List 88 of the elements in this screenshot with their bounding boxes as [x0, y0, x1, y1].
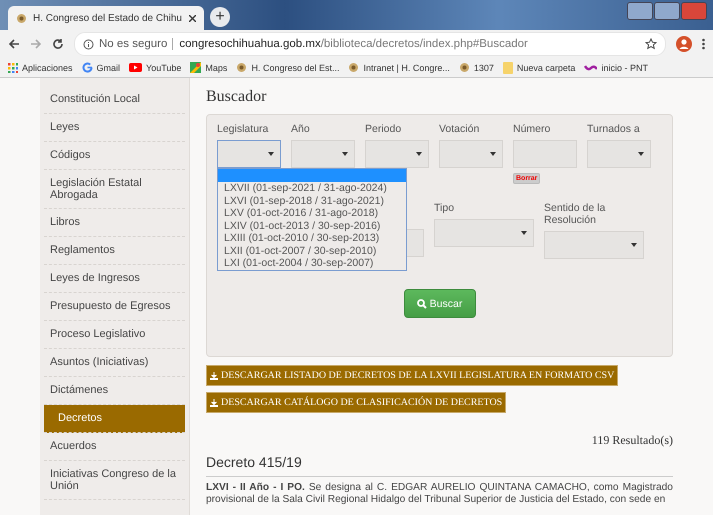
- seal-icon: [458, 62, 470, 73]
- dropdown-option[interactable]: LXIII (01-oct-2010 / 30-sep-2013): [218, 232, 406, 244]
- download-button[interactable]: DESCARGAR CATÁLOGO DE CLASIFICACIÓN DE DECRETOS: [206, 392, 506, 413]
- section-title: Buscador: [206, 88, 268, 106]
- sidebar-item[interactable]: Códigos: [44, 142, 185, 170]
- select-field[interactable]: [291, 140, 355, 168]
- browser-tab[interactable]: H. Congreso del Estado de Chihu: [8, 6, 204, 30]
- result-title: Decreto 415/19: [206, 454, 673, 477]
- maximize-button[interactable]: [654, 2, 680, 20]
- dropdown-option[interactable]: LXIV (01-oct-2013 / 30-sep-2016): [218, 220, 406, 232]
- sidebar-item[interactable]: Constitución Local: [44, 86, 185, 114]
- bookmark-link[interactable]: Aplicaciones: [22, 62, 73, 72]
- sidebar-item[interactable]: Libros: [44, 209, 185, 237]
- sidebar-item[interactable]: Leyes: [44, 114, 185, 142]
- dropdown-option[interactable]: LXVI (01-sep-2018 / 31-ago-2021): [218, 194, 406, 207]
- close-icon[interactable]: [189, 14, 196, 22]
- field-label: Votación: [439, 123, 480, 135]
- sidebar-item[interactable]: Asuntos (Iniciativas): [44, 349, 185, 377]
- sidebar-item[interactable]: Iniciativas Congreso de la Unión: [44, 461, 185, 500]
- dropdown-option[interactable]: LXI (01-oct-2004 / 30-sep-2007): [218, 257, 406, 270]
- new-tab-button[interactable]: +: [210, 7, 230, 27]
- field-label: Número: [513, 123, 552, 135]
- field-label: Año: [291, 123, 311, 135]
- bookmark-link[interactable]: Intranet | H. Congre...: [363, 62, 450, 72]
- caret-icon: [638, 152, 644, 156]
- input-field[interactable]: [513, 140, 577, 168]
- caret-icon: [521, 231, 527, 235]
- caret-icon: [342, 152, 348, 156]
- caret-icon: [416, 152, 422, 156]
- download-button[interactable]: DESCARGAR LISTADO DE DECRETOS DE LA LXVII LEGISLATURA EN FORMATO CSV: [206, 365, 618, 386]
- url-text: congresochihuahua.gob.mx/biblioteca/decretos/index.php#Buscador: [172, 38, 528, 50]
- select-field[interactable]: [439, 140, 503, 168]
- field-label: Turnados a: [587, 123, 641, 135]
- bookmark-link[interactable]: inicio - PNT: [601, 62, 648, 72]
- minimize-button[interactable]: [627, 2, 653, 20]
- select-field[interactable]: [544, 231, 644, 259]
- field-label: Legislatura: [217, 123, 270, 135]
- tab-title: H. Congreso del Estado de Chihu: [33, 12, 182, 24]
- bookmark-link[interactable]: Maps: [205, 62, 228, 72]
- bookmark-link[interactable]: Gmail: [96, 62, 120, 72]
- field-label: Sentido de la Resolución: [544, 202, 606, 226]
- select-field[interactable]: [434, 219, 534, 247]
- menu-icon[interactable]: [702, 38, 705, 50]
- play-icon: [129, 63, 142, 72]
- folder-icon: [502, 62, 513, 74]
- g-logo-icon: [82, 62, 93, 73]
- select-field[interactable]: [365, 140, 429, 168]
- result-description: LXVI - II Año - I PO. Se designa al C. EDGAR AURELIO QUINTANA CAMACHO, como Magistrado provisional de la Sala Civil Regional Hidalgo del Tribunal Superior de Justicia del Estado, con sede en: [206, 482, 673, 506]
- download-icon: [210, 398, 218, 406]
- info-icon: [83, 38, 94, 50]
- field-label: Periodo: [365, 123, 402, 135]
- back-icon[interactable]: [8, 38, 20, 50]
- dropdown-option[interactable]: LXII (01-oct-2007 / 30-sep-2010): [218, 244, 406, 257]
- seal-icon: [236, 62, 248, 73]
- sidebar-item[interactable]: Presupuesto de Egresos: [44, 293, 185, 321]
- avatar-icon[interactable]: [676, 36, 692, 52]
- bookmark-link[interactable]: 1307: [474, 62, 494, 72]
- search-icon: [416, 298, 427, 308]
- star-icon[interactable]: [645, 38, 657, 50]
- caret-icon: [631, 243, 637, 247]
- reload-icon[interactable]: [52, 38, 64, 50]
- seal-icon: [16, 12, 27, 24]
- sidebar-item[interactable]: Acuerdos: [44, 433, 185, 461]
- apps-grid-icon: [8, 62, 18, 72]
- select-field[interactable]: [587, 140, 651, 168]
- bookmark-link[interactable]: Nueva carpeta: [516, 62, 576, 72]
- bookmark-link[interactable]: YouTube: [146, 62, 182, 72]
- sidebar-item[interactable]: Decretos: [44, 405, 185, 433]
- caret-icon: [490, 152, 496, 156]
- seal-icon: [348, 62, 360, 73]
- sidebar-item[interactable]: Reglamentos: [44, 237, 185, 265]
- forward-icon[interactable]: [30, 38, 42, 50]
- field-label: Tipo: [434, 202, 456, 214]
- address-bar[interactable]: No es seguro congresochihuahua.gob.mx/biblioteca/decretos/index.php#Buscador: [74, 32, 666, 56]
- select-field[interactable]: [217, 140, 281, 168]
- caret-icon: [268, 152, 274, 156]
- dropdown-option[interactable]: LXVII (01-sep-2021 / 31-ago-2024): [218, 182, 406, 194]
- sidebar-item[interactable]: Legislación Estatal Abrogada: [44, 170, 185, 209]
- result-count: 119 Resultado(s): [590, 433, 673, 448]
- dropdown-option[interactable]: LXV (01-oct-2016 / 31-ago-2018): [218, 207, 406, 220]
- sidebar-item[interactable]: Leyes de Ingresos: [44, 265, 185, 293]
- download-icon: [210, 372, 218, 380]
- close-window-button[interactable]: [681, 2, 707, 20]
- wave-icon: [584, 64, 598, 71]
- security-label: No es seguro: [99, 38, 168, 50]
- bookmark-link[interactable]: H. Congreso del Est...: [251, 62, 340, 72]
- map-icon: [190, 62, 202, 73]
- sidebar-item[interactable]: Proceso Legislativo: [44, 321, 185, 349]
